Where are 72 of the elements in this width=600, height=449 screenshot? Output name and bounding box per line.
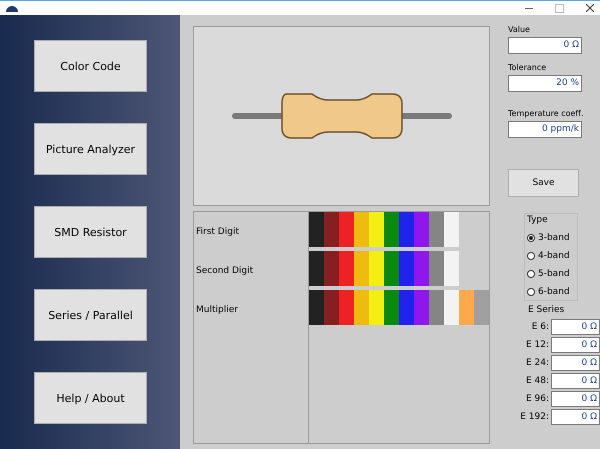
- radio-icon[interactable]: [527, 270, 535, 278]
- color-swatch[interactable]: [384, 251, 399, 286]
- field-label: Temperature coeff.: [508, 109, 584, 118]
- value-field[interactable]: 0 Ω: [508, 37, 582, 54]
- color-swatch[interactable]: [444, 212, 459, 247]
- nav-button[interactable]: Series / Parallel: [34, 289, 147, 341]
- color-swatch[interactable]: [309, 290, 324, 325]
- save-button[interactable]: Save: [508, 169, 579, 197]
- section-title: E Series: [528, 305, 566, 315]
- color-swatch[interactable]: [369, 251, 384, 286]
- color-swatch[interactable]: [444, 251, 459, 286]
- color-swatch[interactable]: [414, 251, 429, 286]
- series-field[interactable]: 0 Ω: [551, 337, 600, 353]
- color-swatch[interactable]: [414, 290, 429, 325]
- color-swatch[interactable]: [384, 212, 399, 247]
- radio-option[interactable]: 6-band: [527, 287, 575, 297]
- app-icon: [6, 4, 18, 12]
- color-swatch[interactable]: [474, 290, 489, 325]
- radio-icon[interactable]: [527, 234, 535, 242]
- color-swatch[interactable]: [324, 251, 339, 286]
- series-field[interactable]: 0 Ω: [551, 319, 600, 335]
- color-swatch[interactable]: [324, 290, 339, 325]
- band-label: Multiplier: [195, 304, 239, 316]
- series-label: E 48:: [526, 376, 549, 386]
- band-label: First Digit: [195, 226, 240, 238]
- radio-option[interactable]: 4-band: [527, 251, 575, 261]
- color-swatch[interactable]: [414, 212, 429, 247]
- series-field[interactable]: 0 Ω: [551, 355, 600, 371]
- radio-icon[interactable]: [527, 288, 535, 296]
- value-field[interactable]: 20 %: [508, 75, 582, 92]
- color-swatch[interactable]: [384, 290, 399, 325]
- color-swatch[interactable]: [399, 290, 414, 325]
- color-swatch[interactable]: [339, 212, 354, 247]
- color-swatch[interactable]: [309, 251, 324, 286]
- color-swatch[interactable]: [429, 290, 444, 325]
- color-swatch[interactable]: [354, 290, 369, 325]
- color-swatch[interactable]: [459, 290, 474, 325]
- series-field[interactable]: 0 Ω: [551, 373, 600, 389]
- field-label: Value: [508, 25, 531, 34]
- color-swatch[interactable]: [399, 212, 414, 247]
- nav-button[interactable]: SMD Resistor: [34, 206, 147, 258]
- series-label: E 96:: [526, 394, 549, 404]
- series-field[interactable]: 0 Ω: [551, 391, 600, 407]
- nav-button[interactable]: Picture Analyzer: [34, 123, 147, 175]
- series-field[interactable]: 0 Ω: [551, 409, 600, 425]
- radio-option[interactable]: 5-band: [527, 269, 575, 279]
- color-swatch[interactable]: [324, 212, 339, 247]
- color-swatch[interactable]: [354, 251, 369, 286]
- color-swatch[interactable]: [339, 251, 354, 286]
- close-icon[interactable]: [586, 4, 594, 12]
- color-swatch[interactable]: [369, 290, 384, 325]
- color-swatch[interactable]: [399, 251, 414, 286]
- field-label: Tolerance: [508, 63, 548, 72]
- color-swatch[interactable]: [429, 251, 444, 286]
- series-label: E 12:: [526, 340, 549, 350]
- value-field[interactable]: 0 ppm/k: [508, 121, 582, 138]
- color-swatch[interactable]: [429, 212, 444, 247]
- series-label: E 192:: [520, 412, 549, 422]
- radio-icon[interactable]: [527, 252, 535, 260]
- group-title: Type: [527, 215, 549, 225]
- color-swatch[interactable]: [339, 290, 354, 325]
- color-swatch[interactable]: [309, 212, 324, 247]
- nav-button[interactable]: Help / About: [34, 372, 147, 424]
- color-swatch[interactable]: [444, 290, 459, 325]
- series-label: E 6:: [532, 322, 549, 332]
- color-swatch[interactable]: [354, 212, 369, 247]
- maximize-icon[interactable]: [555, 4, 564, 12]
- radio-option[interactable]: 3-band: [527, 233, 575, 243]
- series-label: E 24:: [526, 358, 549, 368]
- color-swatch[interactable]: [369, 212, 384, 247]
- band-label: Second Digit: [195, 264, 254, 278]
- nav-button[interactable]: Color Code: [34, 40, 147, 92]
